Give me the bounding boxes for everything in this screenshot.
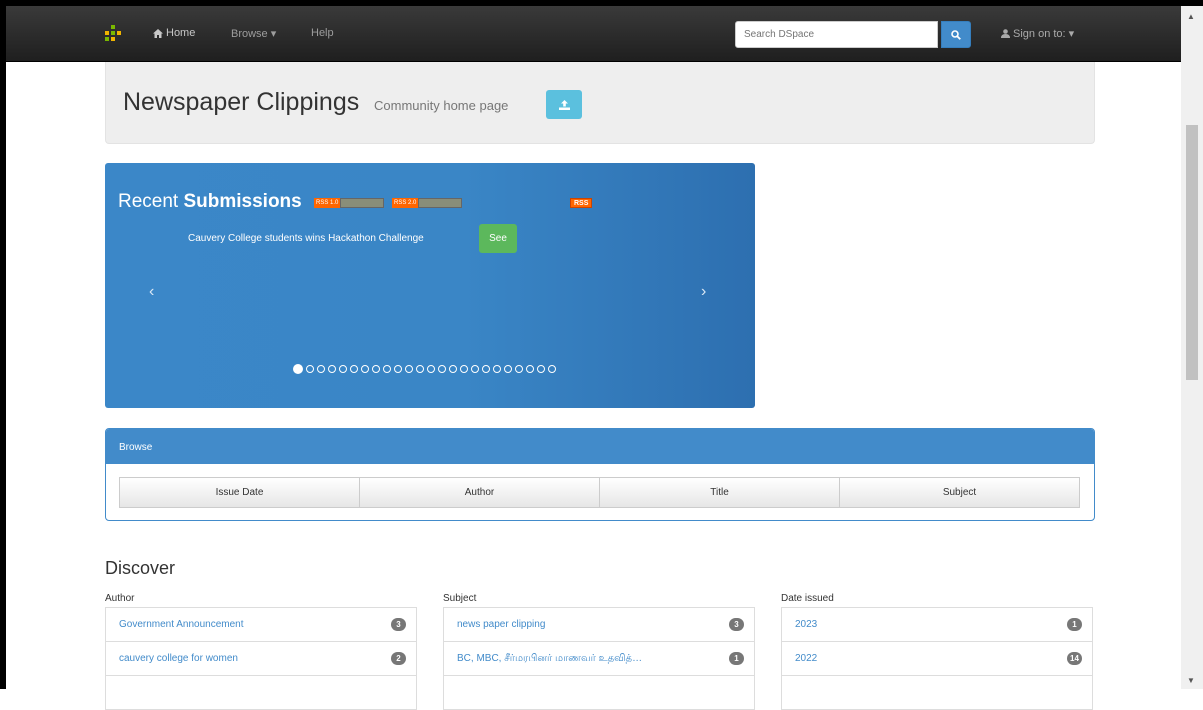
- facet-item-text: 2022: [795, 653, 818, 664]
- list-item[interactable]: [781, 675, 1093, 710]
- carousel-indicator[interactable]: [416, 365, 424, 373]
- count-badge: 1: [1067, 618, 1082, 631]
- list-item[interactable]: Government Announcement 3: [105, 607, 417, 642]
- carousel-indicator[interactable]: [460, 365, 468, 373]
- signon-label: Sign on to:: [1013, 27, 1066, 40]
- carousel-indicator[interactable]: [504, 365, 512, 373]
- carousel-indicator[interactable]: [293, 364, 303, 374]
- nav-browse-label: Browse: [231, 28, 268, 40]
- list-item[interactable]: BC, MBC, சீர்மரபினர் மாணவர் உதவித்… 1: [443, 641, 755, 676]
- feed-badge-1[interactable]: RSS 1.0: [314, 198, 385, 208]
- list-item[interactable]: [105, 675, 417, 710]
- carousel-indicator[interactable]: [405, 365, 413, 373]
- nav-help[interactable]: Help: [311, 27, 334, 39]
- search-button[interactable]: [941, 21, 971, 48]
- slide-caption[interactable]: Cauvery College students wins Hackathon …: [188, 233, 424, 244]
- facet-item-text: news paper clipping: [457, 619, 546, 630]
- see-button[interactable]: See: [479, 224, 517, 253]
- search-icon: [951, 29, 961, 40]
- count-badge: 2: [391, 652, 406, 665]
- browse-panel: Browse Issue Date Author Title Subject: [105, 428, 1095, 521]
- carousel-title-bold: Submissions: [183, 191, 302, 212]
- carousel-indicator[interactable]: [361, 365, 369, 373]
- nav-home[interactable]: Home: [153, 27, 195, 39]
- browse-by-title-button[interactable]: Title: [599, 477, 840, 508]
- browse-button-group: Issue Date Author Title Subject: [119, 477, 1080, 508]
- nav-browse-dropdown[interactable]: Browse ▾: [231, 27, 276, 40]
- carousel-indicator[interactable]: [537, 365, 545, 373]
- facet-label: Author: [105, 593, 135, 604]
- carousel-indicator[interactable]: [548, 365, 556, 373]
- dspace-logo[interactable]: [105, 25, 121, 43]
- list-item[interactable]: 2023 1: [781, 607, 1093, 642]
- feed-badge-2[interactable]: RSS 2.0: [392, 198, 463, 208]
- browse-by-author-button[interactable]: Author: [359, 477, 600, 508]
- carousel-indicators: [293, 364, 556, 374]
- list-item[interactable]: news paper clipping 3: [443, 607, 755, 642]
- count-badge: 3: [729, 618, 744, 631]
- count-badge: 14: [1067, 652, 1082, 665]
- signon-dropdown[interactable]: Sign on to: ▾: [1001, 27, 1074, 40]
- carousel-indicator[interactable]: [317, 365, 325, 373]
- carousel-indicator[interactable]: [449, 365, 457, 373]
- carousel-indicator[interactable]: [493, 365, 501, 373]
- home-icon: [153, 28, 163, 38]
- browse-by-issue-date-button[interactable]: Issue Date: [119, 477, 360, 508]
- carousel-indicator[interactable]: [515, 365, 523, 373]
- nav-home-label: Home: [166, 27, 196, 39]
- user-icon: [1001, 29, 1010, 38]
- facet-label: Subject: [443, 593, 477, 604]
- carousel-indicator[interactable]: [328, 365, 336, 373]
- carousel-indicator[interactable]: [350, 365, 358, 373]
- facet-author: Author Government Announcement 3 cauvery…: [105, 593, 417, 710]
- page-header: Newspaper Clippings Community home page: [105, 62, 1095, 144]
- navbar: Home Browse ▾ Help Sign on to: ▾: [6, 6, 1181, 62]
- scrollbar-thumb[interactable]: [1186, 125, 1198, 380]
- carousel-indicator[interactable]: [471, 365, 479, 373]
- facet-item-text: Government Announcement: [119, 619, 244, 630]
- share-icon: [558, 99, 570, 110]
- facet-label: Date issued: [781, 593, 834, 604]
- caret-down-icon: ▾: [270, 28, 277, 40]
- facet-item-text: cauvery college for women: [119, 653, 238, 664]
- share-button[interactable]: [546, 90, 582, 119]
- carousel-title: Recent Submissions: [118, 191, 302, 213]
- discover-title: Discover: [105, 558, 176, 578]
- carousel-title-plain: Recent: [118, 191, 179, 212]
- browse-by-subject-button[interactable]: Subject: [839, 477, 1080, 508]
- rss-feed-badge[interactable]: RSS: [570, 198, 593, 208]
- carousel-indicator[interactable]: [394, 365, 402, 373]
- scroll-up-arrow-icon[interactable]: ▲: [1187, 12, 1195, 21]
- recent-submissions-carousel: Recent Submissions RSS 1.0 RSS 2.0 RSS C…: [105, 163, 755, 408]
- list-item[interactable]: 2022 14: [781, 641, 1093, 676]
- browse-heading: Browse: [106, 429, 1094, 464]
- facet-date-issued: Date issued 2023 1 2022 14: [781, 593, 1093, 710]
- page-title: Newspaper Clippings: [123, 88, 360, 116]
- carousel-indicator[interactable]: [372, 365, 380, 373]
- carousel-indicator[interactable]: [306, 365, 314, 373]
- carousel-indicator[interactable]: [482, 365, 490, 373]
- caret-down-icon: ▾: [1068, 28, 1075, 40]
- facet-subject: Subject news paper clipping 3 BC, MBC, ச…: [443, 593, 755, 710]
- scroll-down-arrow-icon[interactable]: ▼: [1187, 676, 1195, 685]
- list-item[interactable]: [443, 675, 755, 710]
- page-subtitle: Community home page: [374, 98, 509, 113]
- search-input[interactable]: [735, 21, 938, 48]
- facet-item-text: BC, MBC, சீர்மரபினர் மாணவர் உதவித்…: [457, 652, 643, 664]
- count-badge: 1: [729, 652, 744, 665]
- carousel-indicator[interactable]: [383, 365, 391, 373]
- carousel-indicator[interactable]: [526, 365, 534, 373]
- carousel-next-icon[interactable]: ›: [701, 283, 706, 301]
- nav-help-label: Help: [311, 27, 334, 39]
- carousel-indicator[interactable]: [339, 365, 347, 373]
- list-item[interactable]: cauvery college for women 2: [105, 641, 417, 676]
- carousel-indicator[interactable]: [427, 365, 435, 373]
- carousel-indicator[interactable]: [438, 365, 446, 373]
- carousel-prev-icon[interactable]: ‹: [149, 283, 154, 301]
- facet-item-text: 2023: [795, 619, 818, 630]
- count-badge: 3: [391, 618, 406, 631]
